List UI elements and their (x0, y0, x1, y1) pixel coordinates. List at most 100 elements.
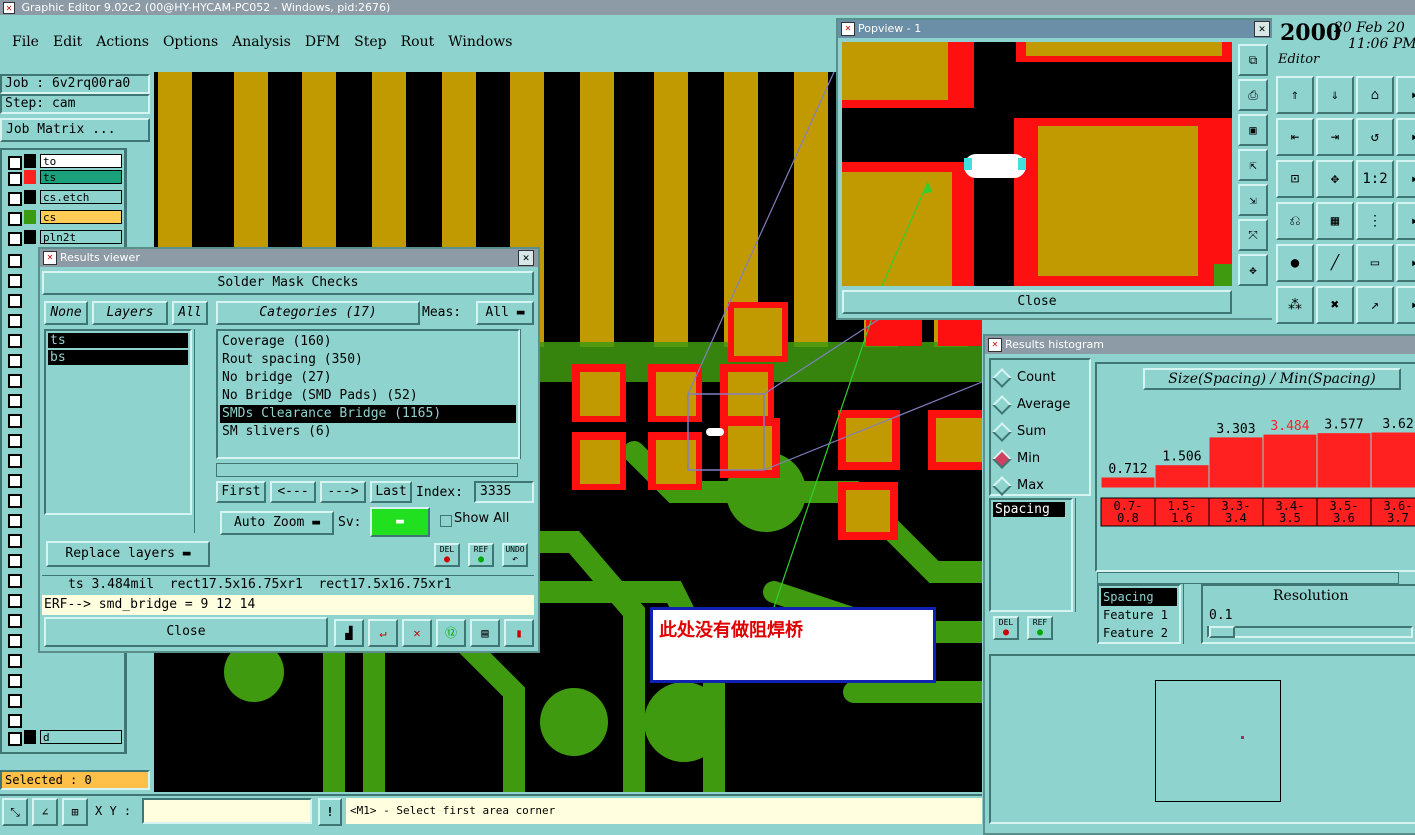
feature-item[interactable]: Feature 1 (1101, 606, 1177, 624)
layers-button[interactable]: Layers (92, 301, 168, 325)
menu-edit[interactable]: Edit (53, 34, 82, 50)
popview-close-icon[interactable]: ✕ (1254, 21, 1270, 37)
print-icon[interactable]: ⎙ (1238, 79, 1268, 111)
more-icon[interactable]: ▸ (1396, 286, 1415, 324)
layer-checkbox[interactable] (8, 514, 22, 528)
category-hscrollbar[interactable] (216, 463, 518, 477)
xy-input[interactable] (142, 798, 312, 824)
layer-checkbox[interactable] (8, 654, 22, 668)
rotate-icon[interactable]: ↺ (1356, 118, 1394, 156)
histogram-bar[interactable] (1100, 476, 1156, 489)
replace-layers-select[interactable]: Replace layers ▬ (46, 541, 210, 567)
pull-icon[interactable]: ⇓ (1316, 76, 1354, 114)
radio-icon[interactable] (992, 394, 1012, 415)
last-button[interactable]: Last (370, 481, 412, 503)
line-icon[interactable]: ╱ (1316, 244, 1354, 282)
layer-checkbox[interactable] (8, 574, 22, 588)
feature-item[interactable]: Spacing (1101, 588, 1177, 606)
category-item[interactable]: No bridge (27) (220, 369, 516, 387)
hist-del-icon[interactable]: DEL ● (993, 616, 1019, 640)
move-left-icon[interactable]: ⇤ (1276, 118, 1314, 156)
number-icon[interactable]: ⑫ (436, 619, 466, 647)
all-layers-button[interactable]: All (172, 301, 208, 325)
move-right-icon[interactable]: ⇥ (1316, 118, 1354, 156)
popview-canvas[interactable] (842, 42, 1232, 286)
histogram-bar[interactable] (1154, 464, 1210, 489)
radio-icon[interactable] (992, 475, 1012, 496)
layer-checkbox[interactable] (8, 374, 22, 388)
popview-close-button[interactable]: Close (842, 290, 1232, 314)
undo-icon[interactable]: UNDO ↶ (502, 543, 528, 567)
none-button[interactable]: None (44, 301, 88, 325)
layer-checkbox[interactable] (8, 694, 22, 708)
categories-button[interactable]: Categories (17) (216, 301, 420, 325)
report-icon[interactable]: ▤ (470, 619, 500, 647)
export-icon[interactable]: ⇲ (1238, 184, 1268, 216)
layer-checkbox[interactable] (8, 714, 22, 728)
snap-icon[interactable]: ⎌ (1276, 202, 1314, 240)
mode-average[interactable]: Average (992, 391, 1085, 418)
histogram-bar[interactable] (1262, 433, 1318, 489)
push-icon[interactable]: ⇑ (1276, 76, 1314, 114)
alert-icon[interactable]: ! (318, 798, 342, 826)
histogram-list-scroll[interactable] (1075, 498, 1090, 612)
results-viewer-close-icon[interactable]: ✕ (518, 250, 534, 266)
resolution-slider-thumb[interactable] (1209, 626, 1235, 638)
layer-checkbox[interactable] (8, 534, 22, 548)
grid-icon[interactable]: ▦ (1316, 202, 1354, 240)
menu-dfm[interactable]: DFM (305, 34, 340, 50)
layer-checkbox[interactable] (8, 674, 22, 688)
copy-icon[interactable]: ⧉ (1238, 44, 1268, 76)
prev-button[interactable]: <--- (270, 481, 316, 503)
more-icon[interactable]: ▸ (1396, 118, 1415, 156)
layer-checkbox[interactable] (8, 172, 22, 186)
layer-checkbox[interactable] (8, 212, 22, 226)
layer-list-item[interactable]: bs (48, 350, 188, 365)
more-icon[interactable]: ▸ (1396, 76, 1415, 114)
menu-actions[interactable]: Actions (96, 34, 149, 50)
histogram-tool-icon[interactable]: ▟ (334, 619, 364, 647)
export-icon[interactable]: ↵ (368, 619, 398, 647)
measure-icon[interactable]: ∠ (32, 798, 58, 826)
layer-checkbox[interactable] (8, 634, 22, 648)
import-icon[interactable]: ⇱ (1238, 149, 1268, 181)
layer-checkbox[interactable] (8, 192, 22, 206)
menu-windows[interactable]: Windows (448, 34, 512, 50)
layer-checkbox[interactable] (8, 274, 22, 288)
radio-icon[interactable] (992, 421, 1012, 442)
chart-icon[interactable]: ▮ (504, 619, 534, 647)
ref-icon[interactable]: REF ● (468, 543, 494, 567)
index-input[interactable]: 3335 (474, 481, 534, 503)
histogram-bar[interactable] (1316, 432, 1372, 489)
ruler-icon[interactable]: ▭ (1356, 244, 1394, 282)
job-matrix-button[interactable]: Job Matrix ... (0, 118, 150, 142)
center-icon[interactable]: ⊡ (1276, 160, 1314, 198)
histogram-list[interactable]: Spacing (989, 498, 1073, 612)
mode-max[interactable]: Max (992, 472, 1085, 499)
save-icon[interactable]: ▣ (1238, 114, 1268, 146)
mode-min[interactable]: Min (992, 445, 1085, 472)
layer-checkbox[interactable] (8, 156, 22, 170)
pan-icon[interactable]: ✥ (1238, 254, 1268, 286)
more-icon[interactable]: ▸ (1396, 160, 1415, 198)
layer-listbox[interactable]: ts bs (44, 329, 192, 515)
layer-checkbox[interactable] (8, 354, 22, 368)
first-button[interactable]: First (216, 481, 266, 503)
layer-checkbox[interactable] (8, 232, 22, 246)
home-icon[interactable]: ⌂ (1356, 76, 1394, 114)
menu-file[interactable]: File (12, 34, 39, 50)
layer-checkbox[interactable] (8, 414, 22, 428)
menu-rout[interactable]: Rout (401, 34, 435, 50)
histogram-bar[interactable] (1208, 436, 1264, 489)
menu-step[interactable]: Step (354, 34, 386, 50)
show-all-checkbox[interactable] (440, 515, 452, 527)
layer-checkbox[interactable] (8, 474, 22, 488)
radio-icon[interactable] (992, 367, 1012, 388)
clear-icon[interactable]: ✕ (402, 619, 432, 647)
radio-icon[interactable] (992, 448, 1012, 469)
layer-checkbox[interactable] (8, 334, 22, 348)
category-item[interactable]: No Bridge (SMD Pads) (52) (220, 387, 516, 405)
layer-checkbox[interactable] (8, 454, 22, 468)
next-button[interactable]: ---> (320, 481, 366, 503)
histogram-bar[interactable] (1370, 431, 1415, 489)
